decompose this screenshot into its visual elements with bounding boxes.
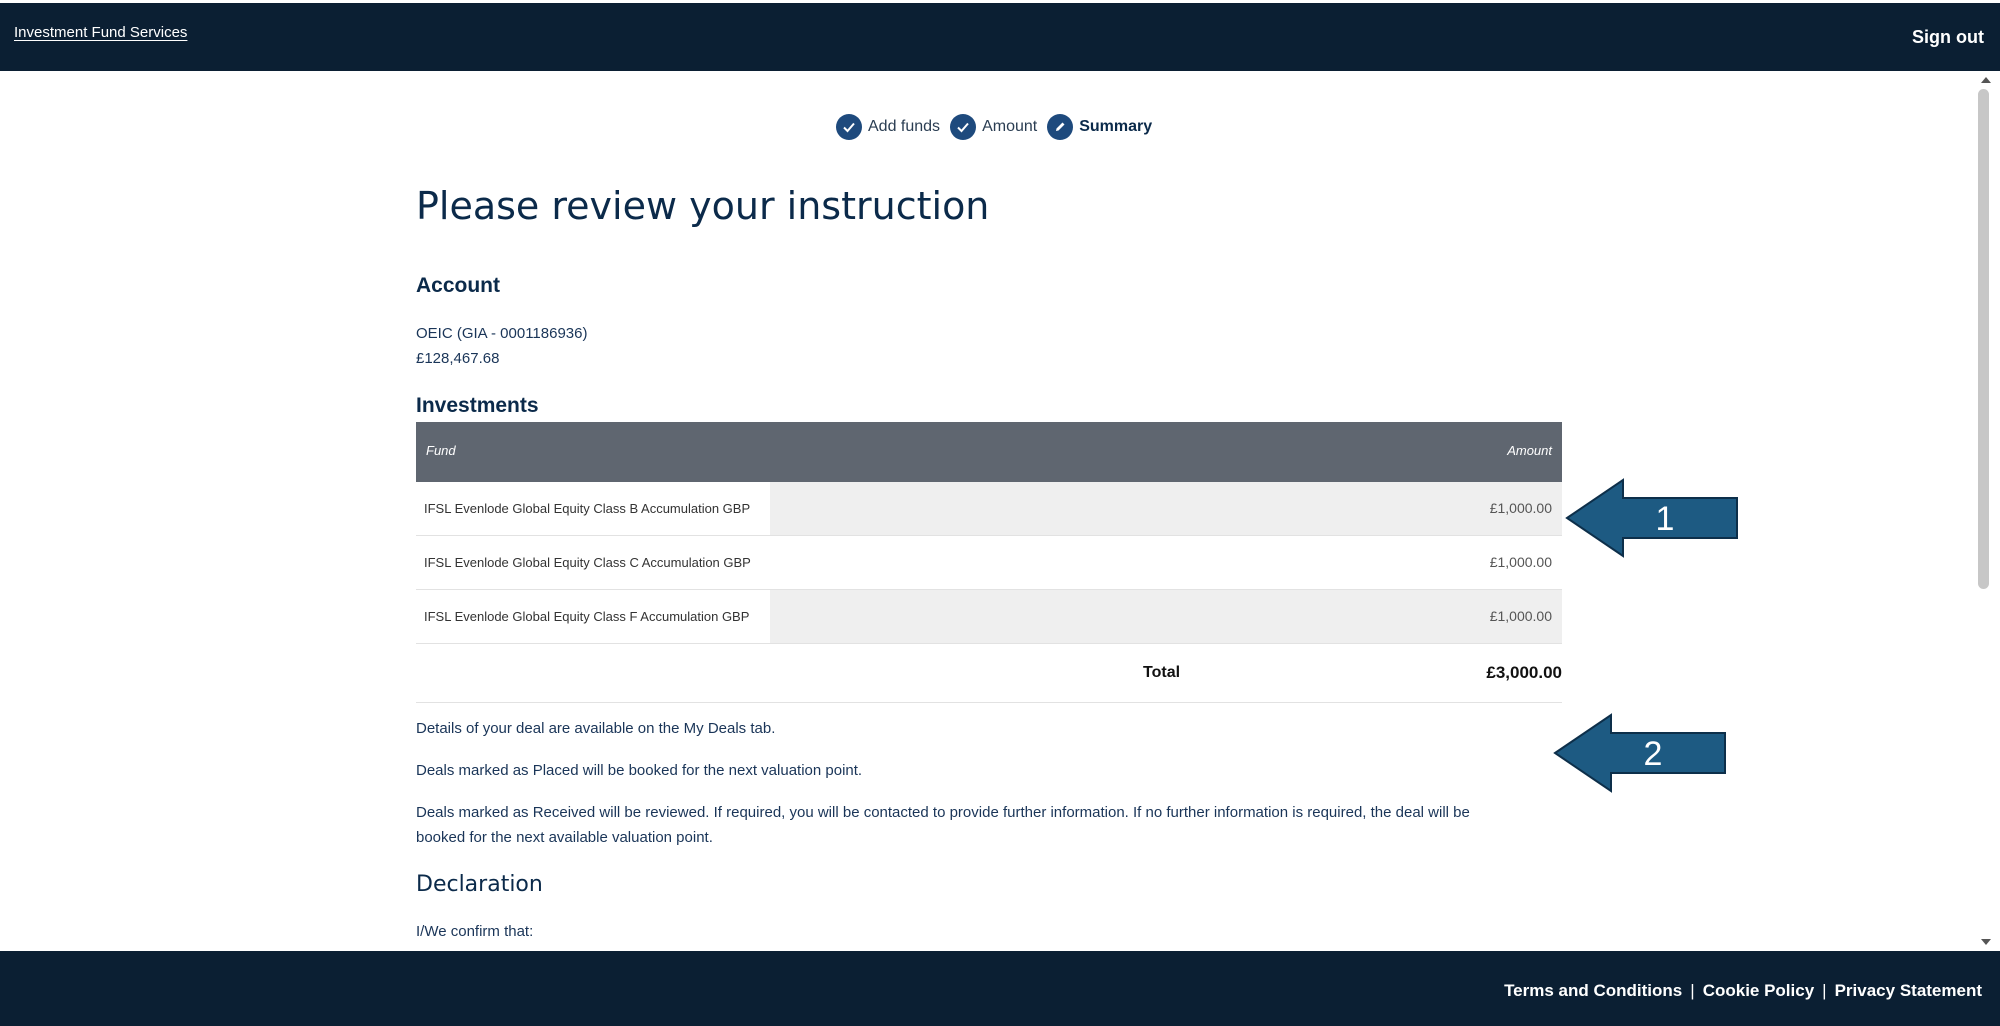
step-amount: Amount	[982, 118, 1038, 135]
page-title: Please review your instruction	[416, 184, 990, 228]
fund-amount: £1,000.00	[1489, 608, 1552, 624]
amount-column-header: Amount	[1507, 443, 1552, 458]
table-header: Fund Amount	[416, 422, 1562, 482]
footer-separator: |	[1822, 981, 1827, 1000]
footer-separator: |	[1690, 981, 1695, 1000]
step-add-funds: Add funds	[868, 118, 941, 135]
account-heading: Account	[416, 274, 500, 297]
investments-table: Fund Amount IFSL Evenlode Global Equity …	[416, 422, 1562, 703]
fund-column-header: Fund	[426, 443, 456, 458]
account-name: OEIC (GIA - 0001186936)	[416, 325, 588, 342]
info-placed: Deals marked as Placed will be booked fo…	[416, 762, 863, 779]
top-bar: Investment Fund Services Sign out	[0, 0, 2000, 71]
annotation-number-1: 1	[1656, 500, 1675, 538]
table-row: IFSL Evenlode Global Equity Class B Accu…	[416, 482, 1562, 536]
table-row: IFSL Evenlode Global Equity Class F Accu…	[416, 590, 1562, 644]
table-row: IFSL Evenlode Global Equity Class C Accu…	[416, 536, 1562, 590]
info-received-line1: Deals marked as Received will be reviewe…	[416, 804, 1470, 821]
footer: Terms and Conditions | Cookie Policy | P…	[0, 951, 2000, 1026]
scroll-down-arrow-icon[interactable]	[1981, 939, 1991, 945]
total-value: £3,000.00	[1486, 663, 1562, 682]
privacy-statement-link[interactable]: Privacy Statement	[1835, 981, 1982, 1001]
check-icon	[836, 114, 862, 140]
scroll-up-arrow-icon[interactable]	[1981, 77, 1991, 83]
declaration-intro: I/We confirm that:	[416, 923, 534, 940]
check-icon	[950, 114, 977, 140]
progress-steps: Add funds Amount Summary	[836, 114, 1156, 140]
brand-link[interactable]: Investment Fund Services	[14, 24, 187, 41]
declaration-heading: Declaration	[416, 872, 543, 897]
terms-link[interactable]: Terms and Conditions	[1504, 981, 1682, 1001]
investments-heading: Investments	[416, 394, 539, 417]
fund-name: IFSL Evenlode Global Equity Class F Accu…	[416, 590, 770, 643]
info-my-deals: Details of your deal are available on th…	[416, 720, 776, 737]
fund-name: IFSL Evenlode Global Equity Class B Accu…	[416, 482, 770, 535]
fund-amount: £1,000.00	[1489, 554, 1552, 570]
step-summary: Summary	[1079, 118, 1153, 135]
scrollbar[interactable]	[1971, 71, 2000, 951]
pencil-icon	[1047, 114, 1074, 140]
scroll-thumb[interactable]	[1978, 89, 1989, 589]
info-received-line2: booked for the next available valuation …	[416, 829, 713, 846]
annotation-arrow-2: 2	[1553, 713, 1726, 793]
fund-amount: £1,000.00	[1489, 500, 1552, 516]
total-label: Total	[1143, 664, 1181, 681]
sign-out-button[interactable]: Sign out	[1912, 27, 1984, 48]
cookie-policy-link[interactable]: Cookie Policy	[1703, 981, 1814, 1001]
annotation-arrow-1: 1	[1565, 478, 1738, 558]
annotation-number-2: 2	[1644, 735, 1663, 773]
account-value: £128,467.68	[416, 350, 500, 367]
main-content: Add funds Amount Summary Please review y…	[3, 71, 1971, 951]
footer-links: Terms and Conditions | Cookie Policy | P…	[1504, 981, 1982, 1001]
total-row: Total £3,000.00	[416, 644, 1562, 703]
fund-name: IFSL Evenlode Global Equity Class C Accu…	[416, 536, 770, 589]
